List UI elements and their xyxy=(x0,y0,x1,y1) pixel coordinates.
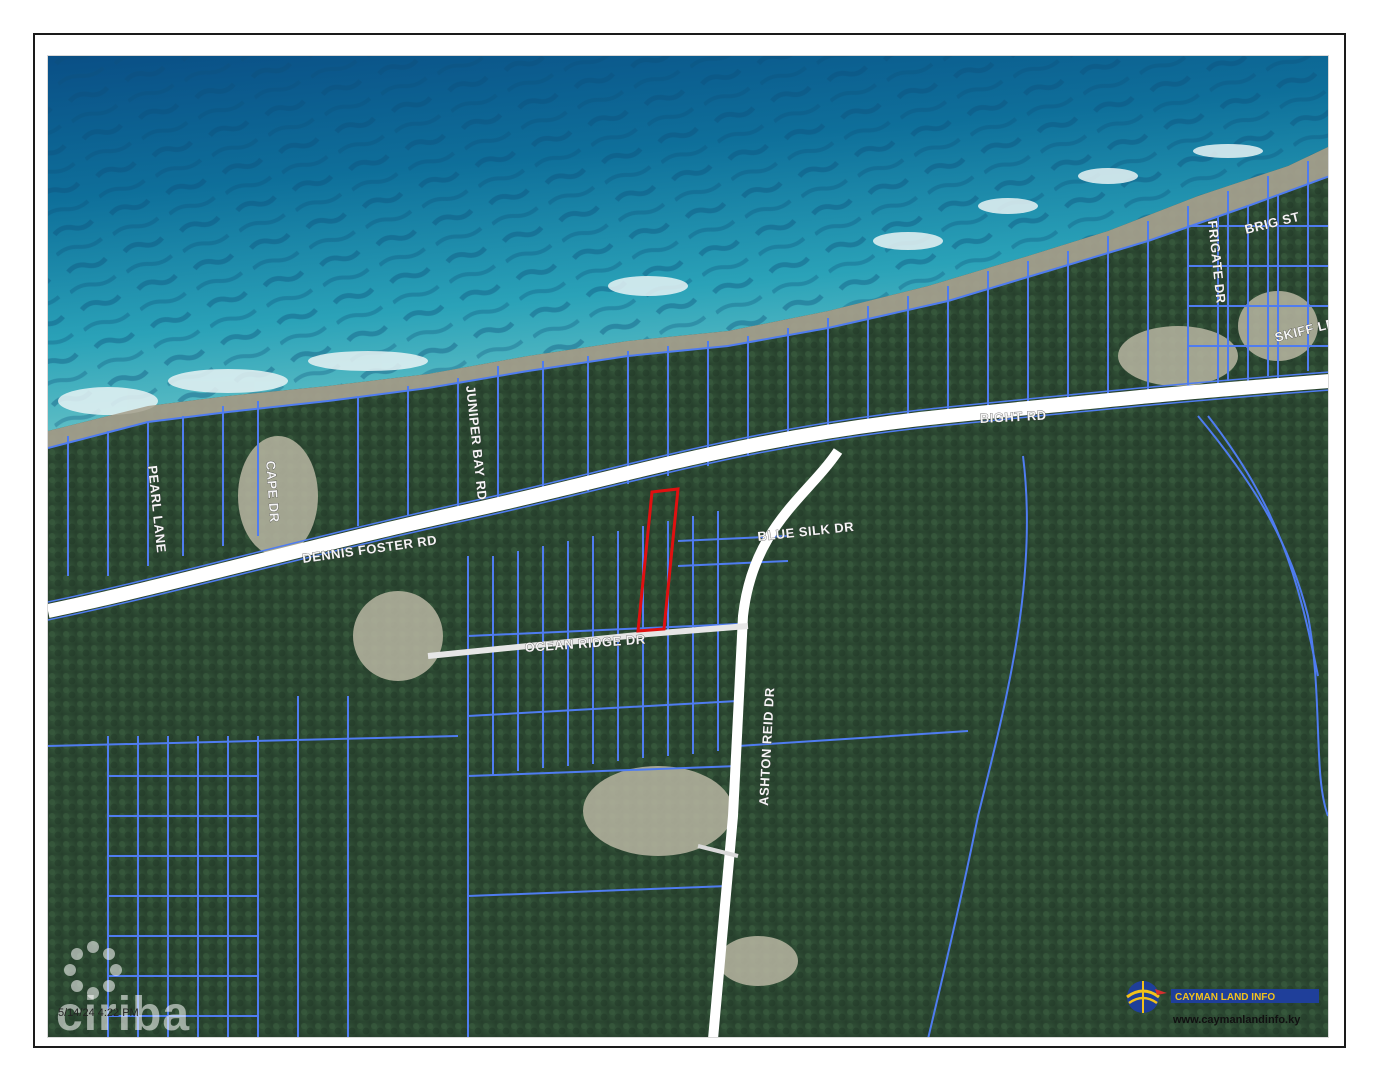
map-canvas: BIGHT RD DENNIS FOSTER RD OCEAN RIDGE DR… xyxy=(48,56,1328,1037)
logo-url: www.caymanlandinfo.ky xyxy=(1173,1014,1301,1026)
globe-icon: CAYMAN LAND INFO xyxy=(1126,981,1319,1013)
timestamp: 5/14/24 4:22 PM xyxy=(58,1007,139,1019)
map-view[interactable]: BIGHT RD DENNIS FOSTER RD OCEAN RIDGE DR… xyxy=(47,55,1329,1038)
logo-text: CAYMAN LAND INFO xyxy=(1175,992,1275,1003)
cayman-land-info-logo[interactable]: CAYMAN LAND INFO www.caymanlandinfo.ky xyxy=(1115,975,1325,1035)
